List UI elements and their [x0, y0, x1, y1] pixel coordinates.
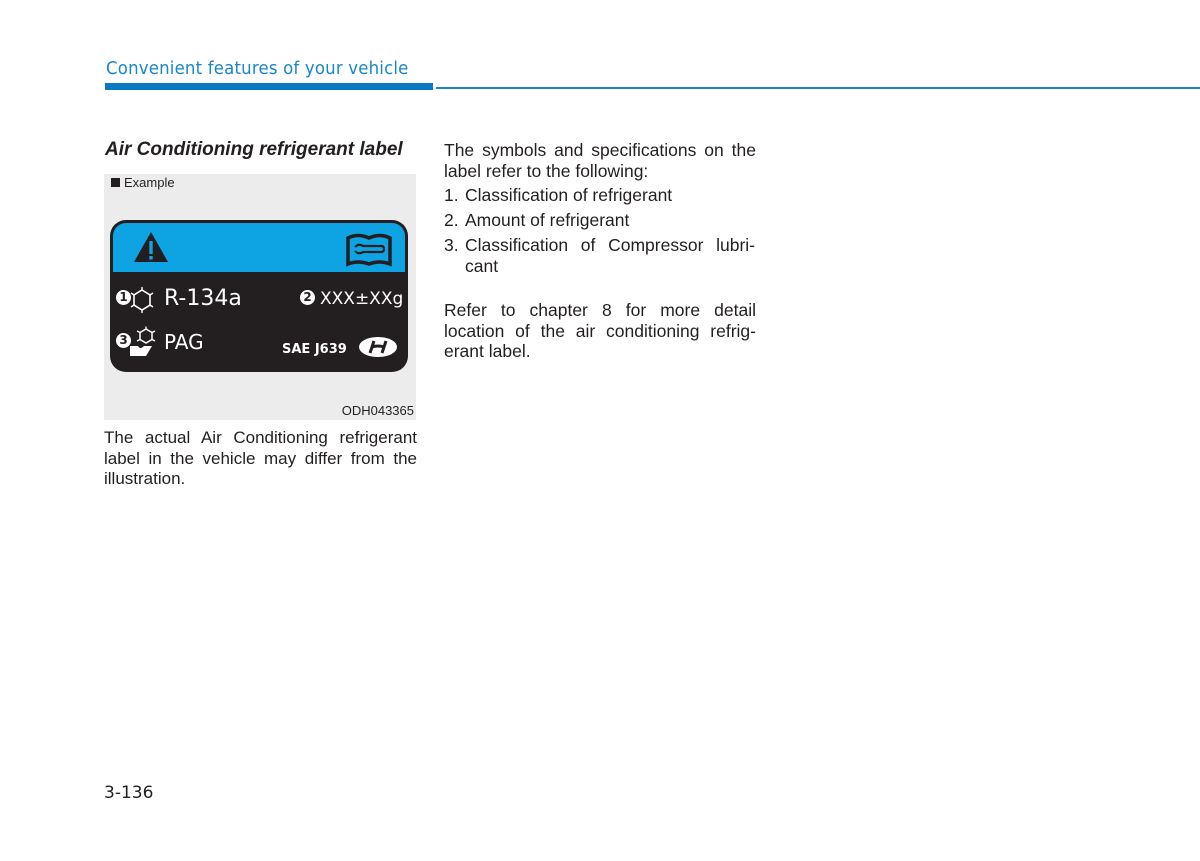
standard-code: SAE J639	[282, 342, 347, 357]
service-manual-icon	[345, 233, 393, 272]
intro-paragraph: The symbols and specifications on the la…	[444, 140, 756, 181]
list-item: 2. Amount of refrigerant	[444, 210, 756, 231]
figure-caption-text: Example	[124, 175, 175, 190]
header-rule-thin	[436, 87, 1200, 89]
list-item-text: Amount of refrigerant	[465, 210, 630, 230]
header-rule-thick	[105, 83, 433, 90]
list-item-text: Classification of refrigerant	[465, 185, 673, 205]
warning-icon	[133, 231, 169, 268]
figure-caption: Example	[111, 175, 175, 190]
list-item: 3. Classification of Compressor lubri-ca…	[444, 235, 756, 276]
figure-code: ODH043365	[341, 403, 414, 418]
list-item-number: 3.	[444, 235, 459, 255]
list-item: 1. Classification of refrigerant	[444, 185, 756, 206]
refrigerant-label-illustration: 1 R-134a 2 XXX±XXg 3 PAG SAE J639	[110, 220, 408, 372]
page-number: 3-136	[104, 783, 154, 803]
header-section-title: Convenient features of your vehicle	[106, 58, 409, 79]
refrigerant-molecule-icon	[128, 286, 156, 319]
list-item-text: Classification of Compressor lubri-cant	[465, 235, 755, 276]
compressor-oil-icon	[128, 326, 158, 365]
list-item-number: 2.	[444, 210, 459, 230]
list-item-number: 1.	[444, 185, 459, 205]
lubricant-type: PAG	[164, 330, 204, 354]
refrigerant-type: R-134a	[164, 286, 242, 311]
article-title: Air Conditioning refrigerant label	[105, 139, 403, 160]
outro-paragraph: Refer to chapter 8 for more detail locat…	[444, 300, 756, 361]
label-top-band	[113, 223, 405, 272]
symbol-list: 1. Classification of refrigerant 2. Amou…	[444, 185, 756, 276]
hyundai-logo-icon	[358, 336, 398, 363]
refrigerant-amount: XXX±XXg	[320, 289, 404, 309]
figure-note: The actual Air Conditioning refrigerant …	[104, 428, 417, 488]
right-column: The symbols and specifications on the la…	[444, 140, 756, 362]
label-figure: Example 1 R-134a 2 XXX±XXg 3 PAG SAE J63…	[104, 174, 416, 420]
marker-2: 2	[300, 290, 315, 305]
square-bullet-icon	[111, 178, 120, 187]
